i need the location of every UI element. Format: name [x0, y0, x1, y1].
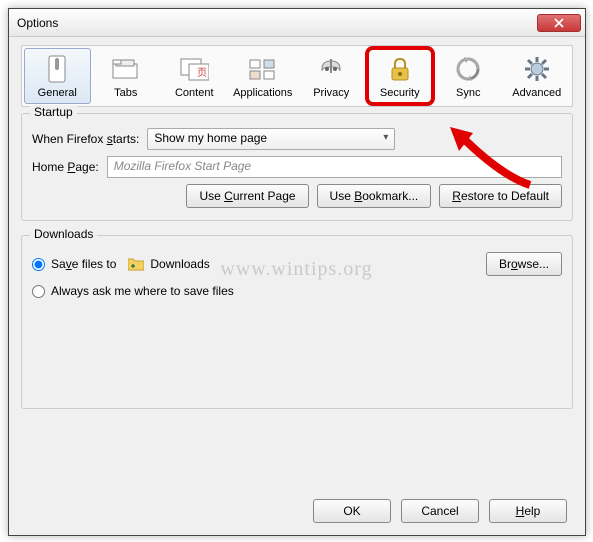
downloads-title: Downloads [30, 227, 97, 241]
dialog-footer: OK Cancel Help [313, 499, 567, 523]
tab-label: Sync [456, 87, 480, 99]
homepage-label: Home Page: [32, 160, 99, 174]
tab-label: Security [380, 87, 420, 99]
when-starts-dropdown[interactable]: Show my home page [147, 128, 395, 150]
tab-tabs[interactable]: Tabs [93, 48, 160, 104]
always-ask-radio[interactable] [32, 285, 45, 298]
advanced-icon [521, 53, 553, 85]
tab-general[interactable]: General [24, 48, 91, 104]
applications-icon [247, 53, 279, 85]
security-icon [384, 53, 416, 85]
downloads-group: Downloads Save files to Downloads Browse… [21, 235, 573, 409]
cancel-button[interactable]: Cancel [401, 499, 479, 523]
tab-label: Applications [233, 87, 292, 99]
use-bookmark-button[interactable]: Use Bookmark... [317, 184, 432, 208]
svg-text:页: 页 [197, 67, 207, 79]
always-ask-label: Always ask me where to save files [51, 284, 234, 298]
close-icon [554, 18, 564, 28]
help-button[interactable]: Help [489, 499, 567, 523]
startup-title: Startup [30, 105, 77, 119]
tabs-icon [110, 53, 142, 85]
tab-privacy[interactable]: Privacy [298, 48, 365, 104]
tab-label: General [38, 87, 77, 99]
titlebar: Options [9, 9, 585, 37]
restore-default-button[interactable]: Restore to Default [439, 184, 562, 208]
browse-button[interactable]: Browse... [486, 252, 562, 276]
tab-content[interactable]: 页 Content [161, 48, 228, 104]
tab-advanced[interactable]: Advanced [504, 48, 571, 104]
tab-label: Content [175, 87, 214, 99]
startup-group: Startup When Firefox starts: Show my hom… [21, 113, 573, 221]
sync-icon [452, 53, 484, 85]
general-icon [41, 53, 73, 85]
privacy-icon [315, 53, 347, 85]
category-toolbar: General Tabs 页 Content Applications [21, 45, 573, 107]
close-button[interactable] [537, 14, 581, 32]
when-starts-label: When Firefox starts: [32, 132, 139, 146]
save-files-to-radio[interactable] [32, 258, 45, 271]
ok-button[interactable]: OK [313, 499, 391, 523]
tab-security[interactable]: Security [367, 48, 434, 104]
window-title: Options [13, 16, 537, 30]
tab-label: Privacy [313, 87, 349, 99]
folder-icon [128, 257, 144, 271]
tab-label: Tabs [114, 87, 137, 99]
content-icon: 页 [178, 53, 210, 85]
tab-applications[interactable]: Applications [230, 48, 297, 104]
tab-label: Advanced [512, 87, 561, 99]
tab-sync[interactable]: Sync [435, 48, 502, 104]
download-folder-name: Downloads [150, 257, 209, 271]
save-files-to-label: Save files to [51, 257, 116, 271]
homepage-field[interactable]: Mozilla Firefox Start Page [107, 156, 562, 178]
options-window: Options General Tabs 页 Co [8, 8, 586, 536]
download-destination: Downloads [122, 255, 480, 273]
dialog-content: General Tabs 页 Content Applications [9, 37, 585, 431]
use-current-page-button[interactable]: Use Current Page [186, 184, 308, 208]
